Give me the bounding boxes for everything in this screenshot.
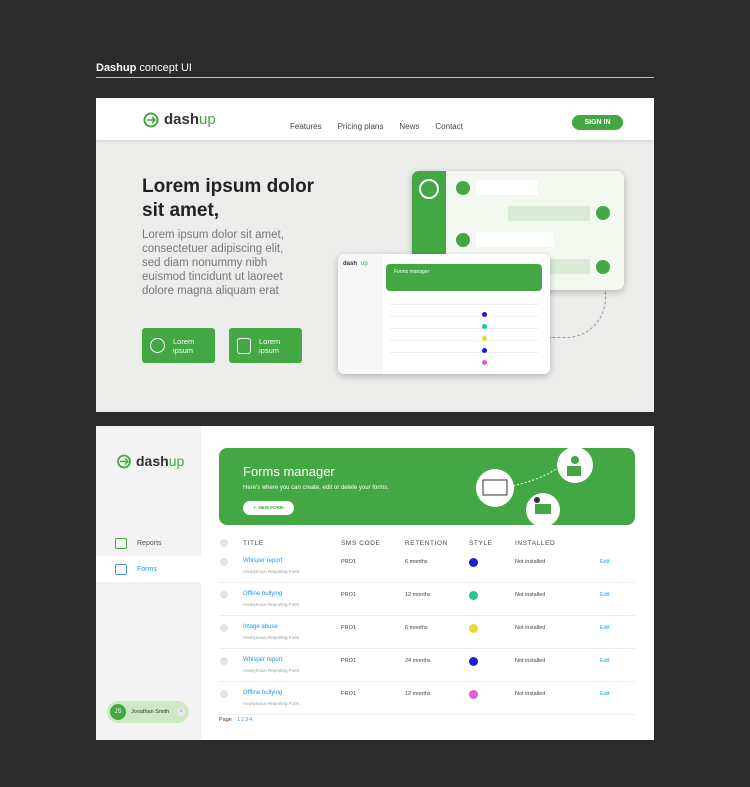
form-title-link[interactable]: Offline bullying [243, 591, 282, 597]
avatar [456, 233, 470, 247]
retention: 6 months [405, 559, 428, 565]
sign-in-button[interactable]: SIGN IN [572, 115, 623, 130]
chat-bubble [476, 232, 554, 247]
form-subtitle: Anonymous Reporting Form [243, 569, 300, 574]
dashup-logo[interactable]: dash up [116, 453, 184, 469]
form-icon [115, 563, 127, 575]
phone-icon [237, 337, 251, 354]
table-row[interactable]: Offline bullying Anonymous Reporting Form… [219, 682, 635, 715]
avatar [456, 181, 470, 195]
hero-body: Lorem ipsum dolor sit amet, consectetuer… [142, 229, 284, 297]
style-color-swatch [469, 657, 478, 666]
row-checkbox[interactable] [220, 558, 228, 566]
form-subtitle: Anonymous Reporting Form [243, 602, 300, 607]
row-checkbox[interactable] [220, 690, 228, 698]
edit-link[interactable]: Edit [600, 625, 609, 631]
installed-status: Not installed [515, 691, 546, 697]
style-color-swatch [469, 558, 478, 567]
hero-title: Lorem ipsum dolor sit amet, [142, 176, 315, 221]
user-profile[interactable]: JS Jonathan Smith × [107, 701, 189, 723]
pagination: Page 1 2 3 4 [219, 717, 253, 723]
page-title: Forms manager [243, 464, 335, 479]
table-row[interactable]: Image abuse Anonymous Reporting Form PRO1 6… [219, 616, 635, 649]
sms-code: PRO1 [341, 658, 356, 664]
form-subtitle: Anonymous Reporting Form [243, 668, 300, 673]
sidebar-item-forms[interactable]: Forms [96, 556, 201, 582]
table-row[interactable]: Offline bullying Anonymous Reporting Form… [219, 583, 635, 616]
close-icon[interactable]: × [177, 708, 185, 716]
gear-icon [150, 338, 165, 353]
edit-link[interactable]: Edit [600, 559, 609, 565]
dashup-logo[interactable]: dash up [142, 111, 216, 128]
avatar: JS [110, 704, 126, 720]
page-link[interactable]: 3 [245, 717, 248, 723]
form-title-link[interactable]: Whisper report [243, 558, 282, 564]
new-form-button[interactable]: + NEW FORM [243, 501, 294, 515]
connector-line [550, 288, 606, 338]
retention: 24 months [405, 658, 431, 664]
page-link[interactable]: 4 [249, 717, 252, 723]
top-nav: dash up Features Pricing plans News Conta… [96, 98, 654, 140]
sms-code: PRO1 [341, 559, 356, 565]
installed-status: Not installed [515, 625, 546, 631]
retention: 12 months [405, 691, 431, 697]
chat-bubble [476, 180, 538, 195]
chat-icon [115, 537, 127, 549]
divider [96, 77, 654, 78]
edit-link[interactable]: Edit [600, 592, 609, 598]
nav-features-link[interactable]: Features [290, 122, 322, 131]
style-color-swatch [469, 591, 478, 600]
dashup-logo-icon [143, 112, 159, 127]
installed-status: Not installed [515, 592, 546, 598]
table-header: TITLE SMS CODE RETENTION STYLE INSTALLED [219, 537, 635, 551]
page-link[interactable]: 2 [241, 717, 244, 723]
table-row[interactable]: Whisper report Anonymous Reporting Form PR… [219, 649, 635, 682]
style-color-swatch [469, 690, 478, 699]
form-subtitle: Anonymous Reporting Form [243, 701, 300, 706]
retention: 12 months [405, 592, 431, 598]
forms-manager-preview: dash up Forms manager [338, 254, 550, 374]
edit-link[interactable]: Edit [600, 691, 609, 697]
avatar [596, 260, 610, 274]
form-title-link[interactable]: Offline bullying [243, 690, 282, 696]
row-checkbox[interactable] [220, 624, 228, 632]
page-link[interactable]: 1 [237, 717, 240, 723]
dashup-logo-icon [117, 454, 131, 468]
nav-contact-link[interactable]: Contact [435, 122, 463, 131]
forms-banner: Forms manager Here's where you can creat… [219, 448, 635, 525]
row-checkbox[interactable] [220, 591, 228, 599]
mini-banner: Forms manager [386, 264, 542, 291]
table-row[interactable]: Whisper report Anonymous Reporting Form PR… [219, 550, 635, 583]
row-checkbox[interactable] [220, 657, 228, 665]
edit-link[interactable]: Edit [600, 658, 609, 664]
sms-code: PRO1 [341, 592, 356, 598]
retention: 6 months [405, 625, 428, 631]
cta-button-settings[interactable]: Lorem ipsum [142, 328, 215, 363]
dashup-logo-icon [419, 179, 439, 199]
page-subtitle: Here's where you can create, edit or del… [243, 485, 389, 491]
installed-status: Not installed [515, 559, 546, 565]
landing-page-mockup: dash up Features Pricing plans News Conta… [96, 98, 654, 412]
illustration [476, 448, 593, 525]
form-title-link[interactable]: Image abuse [243, 624, 278, 630]
select-all-checkbox[interactable] [220, 539, 228, 547]
chat-bubble [508, 206, 590, 221]
nav-pricing-link[interactable]: Pricing plans [338, 122, 384, 131]
presentation-title: Dashup concept UI [96, 62, 192, 74]
nav-news-link[interactable]: News [399, 122, 419, 131]
installed-status: Not installed [515, 658, 546, 664]
sidebar: dash up Reports Forms JS Jonathan Smith × [96, 426, 201, 740]
forms-manager-app: dash up Reports Forms JS Jonathan Smith ×… [96, 426, 654, 740]
form-title-link[interactable]: Whisper report [243, 657, 282, 663]
sms-code: PRO1 [341, 691, 356, 697]
user-name: Jonathan Smith [131, 709, 170, 715]
style-color-swatch [469, 624, 478, 633]
avatar [596, 206, 610, 220]
form-subtitle: Anonymous Reporting Form [243, 635, 300, 640]
sms-code: PRO1 [341, 625, 356, 631]
cta-button-mobile[interactable]: Lorem ipsum [229, 328, 302, 363]
sidebar-item-reports[interactable]: Reports [96, 530, 201, 556]
